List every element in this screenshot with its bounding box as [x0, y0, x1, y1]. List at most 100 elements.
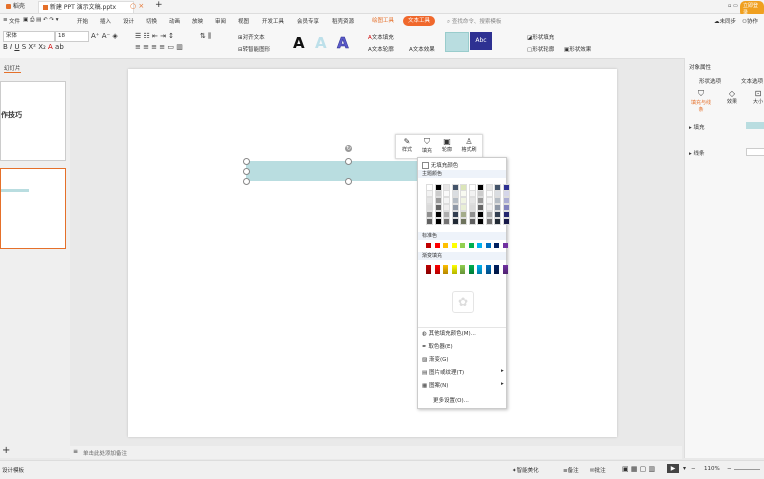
font-grow-icon[interactable]: A⁺ A⁻ ◈	[91, 32, 118, 40]
theme-color-swatch[interactable]	[426, 211, 433, 218]
direction-icons[interactable]: ⇅ ⫼	[200, 32, 211, 41]
remarks-button[interactable]: ≡备注	[563, 466, 579, 474]
theme-color-swatch[interactable]	[460, 204, 467, 211]
notes-bar[interactable]: ≡ 单击此处添加备注	[70, 446, 682, 459]
theme-color-swatch[interactable]	[494, 218, 501, 225]
theme-color-swatch[interactable]	[468, 190, 476, 197]
fill-color-preview[interactable]	[746, 122, 764, 129]
fill-button[interactable]: ⛉ 填充	[418, 137, 436, 154]
new-tab-icon[interactable]: +	[155, 0, 163, 10]
design-template-label[interactable]: 设计模板	[2, 466, 24, 474]
list-icons[interactable]: ☰ ☷ ⇤ ⇥ ↕	[135, 32, 174, 40]
theme-color-swatch[interactable]	[485, 204, 493, 211]
theme-color-swatch[interactable]	[451, 204, 459, 211]
text-fill-button[interactable]: A文本填充	[368, 33, 394, 41]
theme-color-swatch[interactable]	[426, 190, 433, 197]
resize-handle-tc[interactable]	[345, 158, 352, 165]
menu-insert[interactable]: 插入	[100, 17, 111, 25]
gradient-color-swatch[interactable]	[434, 265, 440, 274]
standard-color-swatch[interactable]	[426, 243, 431, 248]
theme-color-swatch[interactable]	[451, 211, 459, 218]
text-effect-button[interactable]: A文本效果	[409, 45, 435, 53]
theme-color-swatch[interactable]	[468, 204, 476, 211]
theme-color-swatch[interactable]	[451, 218, 459, 225]
standard-color-swatch[interactable]	[468, 243, 474, 248]
theme-color-swatch[interactable]	[468, 197, 476, 204]
tab-shape-options[interactable]: 形状选项	[699, 77, 721, 85]
theme-color-swatch[interactable]	[451, 190, 459, 197]
sync-status[interactable]: ☁未同步	[714, 17, 736, 25]
tab-close-icon[interactable]: ○ ×	[130, 2, 144, 10]
align-text-button[interactable]: ⊞对齐文本	[238, 33, 265, 41]
theme-color-swatch[interactable]	[451, 197, 459, 204]
theme-color-swatch[interactable]	[434, 211, 442, 218]
shape-fill-button[interactable]: ◪形状填充	[527, 33, 554, 41]
tab-document[interactable]: 新建 PPT 演示文稿.pptx	[38, 1, 134, 13]
resize-handle-bl[interactable]	[243, 178, 250, 185]
theme-color-swatch[interactable]	[434, 190, 442, 197]
smart-art-button[interactable]: ⊟转智能图形	[238, 45, 270, 53]
standard-color-swatch[interactable]	[485, 243, 491, 248]
gradient-color-swatch[interactable]	[451, 265, 457, 274]
slide-thumbnail-1[interactable]: 作技巧	[0, 81, 66, 161]
theme-color-swatch[interactable]	[502, 204, 510, 211]
gradient-color-swatch[interactable]	[426, 265, 431, 274]
more-settings-option[interactable]: 更多设置(O)...	[433, 396, 469, 404]
theme-color-swatch[interactable]	[494, 204, 501, 211]
standard-color-swatch[interactable]	[477, 243, 482, 248]
theme-color-swatch[interactable]	[477, 211, 484, 218]
no-fill-option[interactable]: 无填充颜色	[422, 161, 458, 169]
zoom-minus-icon[interactable]: −	[691, 466, 696, 472]
theme-color-swatch[interactable]	[485, 211, 493, 218]
menu-drawing-tool[interactable]: 绘图工具	[367, 16, 399, 26]
theme-color-swatch[interactable]	[485, 190, 493, 197]
shape-style-sample-1[interactable]	[445, 32, 469, 52]
theme-color-swatch[interactable]	[494, 197, 501, 204]
theme-color-swatch[interactable]	[460, 211, 467, 218]
zoom-slider[interactable]	[734, 469, 760, 470]
tab-text-options[interactable]: 文本选项	[741, 77, 763, 85]
gradient-color-row[interactable]	[418, 265, 508, 275]
menu-animation[interactable]: 动画	[169, 17, 180, 25]
text-style-sample-light[interactable]: A	[315, 34, 327, 52]
selected-rectangle-shape[interactable]	[246, 161, 420, 181]
standard-color-swatch[interactable]	[434, 243, 440, 248]
quick-access-icons[interactable]: ▣ ⎙ ▤ ↶ ↷ ▾	[23, 17, 59, 24]
theme-color-swatch[interactable]	[477, 190, 484, 197]
zoom-dropdown-icon[interactable]: ▾	[683, 465, 686, 472]
font-format-icons[interactable]: B I U S X² X₂ A ab	[3, 43, 64, 51]
resize-handle-tl[interactable]	[243, 158, 250, 165]
menu-view[interactable]: 视图	[238, 17, 249, 25]
gradient-option[interactable]: ▨ 渐变(G)	[422, 355, 449, 363]
text-outline-button[interactable]: A文本轮廓	[368, 45, 394, 53]
theme-color-swatch[interactable]	[443, 197, 450, 204]
theme-color-swatch[interactable]	[485, 218, 493, 225]
resize-handle-bc[interactable]	[345, 178, 352, 185]
shape-outline-button[interactable]: ▢形状轮廓	[527, 45, 554, 53]
theme-color-grid[interactable]	[418, 180, 510, 235]
theme-color-swatch[interactable]	[494, 190, 501, 197]
theme-color-swatch[interactable]	[468, 218, 476, 225]
standard-color-swatch[interactable]	[460, 243, 465, 248]
gradient-color-swatch[interactable]	[477, 265, 482, 274]
menu-file[interactable]: 文件	[9, 17, 20, 25]
slide-canvas[interactable]	[128, 69, 617, 437]
standard-color-swatch[interactable]	[443, 243, 448, 248]
gradient-color-swatch[interactable]	[443, 265, 448, 274]
theme-color-swatch[interactable]	[477, 197, 484, 204]
gradient-color-swatch[interactable]	[460, 265, 465, 274]
theme-color-swatch[interactable]	[460, 218, 467, 225]
fill-section[interactable]: ▸ 填充	[689, 123, 705, 131]
theme-color-swatch[interactable]	[443, 211, 450, 218]
collab-button[interactable]: ⚇协作	[742, 17, 758, 25]
theme-color-swatch[interactable]	[460, 197, 467, 204]
view-mode-icons[interactable]: ▣ ▦ ▢ ▥	[622, 465, 655, 473]
style-button[interactable]: ✎ 样式	[398, 137, 416, 153]
standard-color-swatch[interactable]	[451, 243, 457, 248]
eyedropper-option[interactable]: ✒ 取色器(E)	[422, 342, 453, 350]
theme-color-swatch[interactable]	[443, 204, 450, 211]
smart-beauty-button[interactable]: ✦智能美化	[512, 466, 539, 474]
line-section[interactable]: ▸ 线条	[689, 149, 705, 157]
tab-daoke[interactable]: 稻壳	[2, 1, 29, 12]
menu-transition[interactable]: 切换	[146, 17, 157, 25]
